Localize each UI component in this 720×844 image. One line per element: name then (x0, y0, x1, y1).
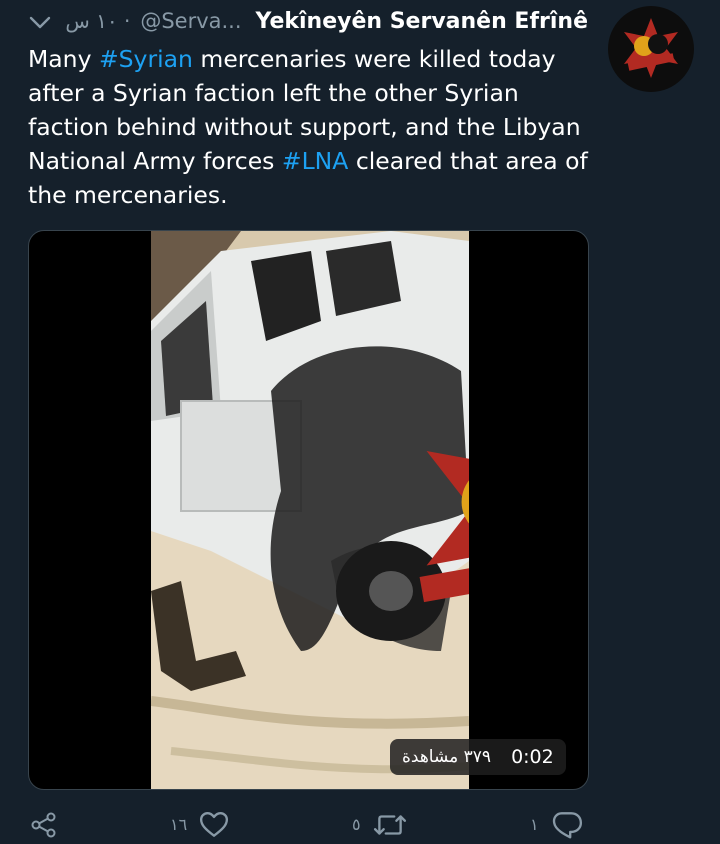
share-icon (30, 811, 58, 839)
share-button[interactable] (30, 805, 58, 844)
tweet-text: Many #Syrian mercenaries were killed tod… (28, 42, 593, 212)
display-name[interactable]: Yekîneyên Servanên Efrînê (256, 9, 588, 34)
chevron-down-icon[interactable] (26, 10, 54, 34)
video-info-badge: ٣٧٩ مشاهدة 0:02 (390, 739, 566, 775)
user-handle[interactable]: @Serva... (140, 9, 241, 33)
reply-button[interactable]: ١ (530, 805, 583, 844)
like-count: ١٦ (170, 815, 188, 834)
text-segment: Many (28, 45, 99, 73)
reply-icon (551, 810, 583, 840)
timestamp[interactable]: ١٠ س · (65, 9, 130, 33)
tweet[interactable]: ١٠ س · @Serva... Yekîneyên Servanên Efrî… (0, 0, 720, 844)
heart-icon (199, 810, 229, 840)
view-count: ٣٧٩ مشاهدة (402, 747, 492, 767)
ypj-logo-icon (624, 18, 678, 78)
hashtag-syrian[interactable]: #Syrian (99, 45, 193, 73)
video-duration: 0:02 (511, 746, 554, 768)
tweet-header: ١٠ س · @Serva... Yekîneyên Servanên Efrî… (65, 6, 588, 36)
action-bar: ١٦ ٥ ١ (0, 805, 720, 844)
retweet-button[interactable]: ٥ (352, 805, 407, 844)
reply-count: ١ (530, 815, 539, 834)
watermark-logo-icon (419, 451, 469, 603)
retweet-icon (373, 810, 407, 840)
avatar[interactable] (608, 6, 694, 92)
retweet-count: ٥ (352, 815, 361, 834)
hashtag-lna[interactable]: #LNA (282, 147, 348, 175)
video-player[interactable]: ٣٧٩ مشاهدة 0:02 (28, 230, 589, 790)
video-frame (151, 231, 469, 789)
like-button[interactable]: ١٦ (170, 805, 229, 844)
